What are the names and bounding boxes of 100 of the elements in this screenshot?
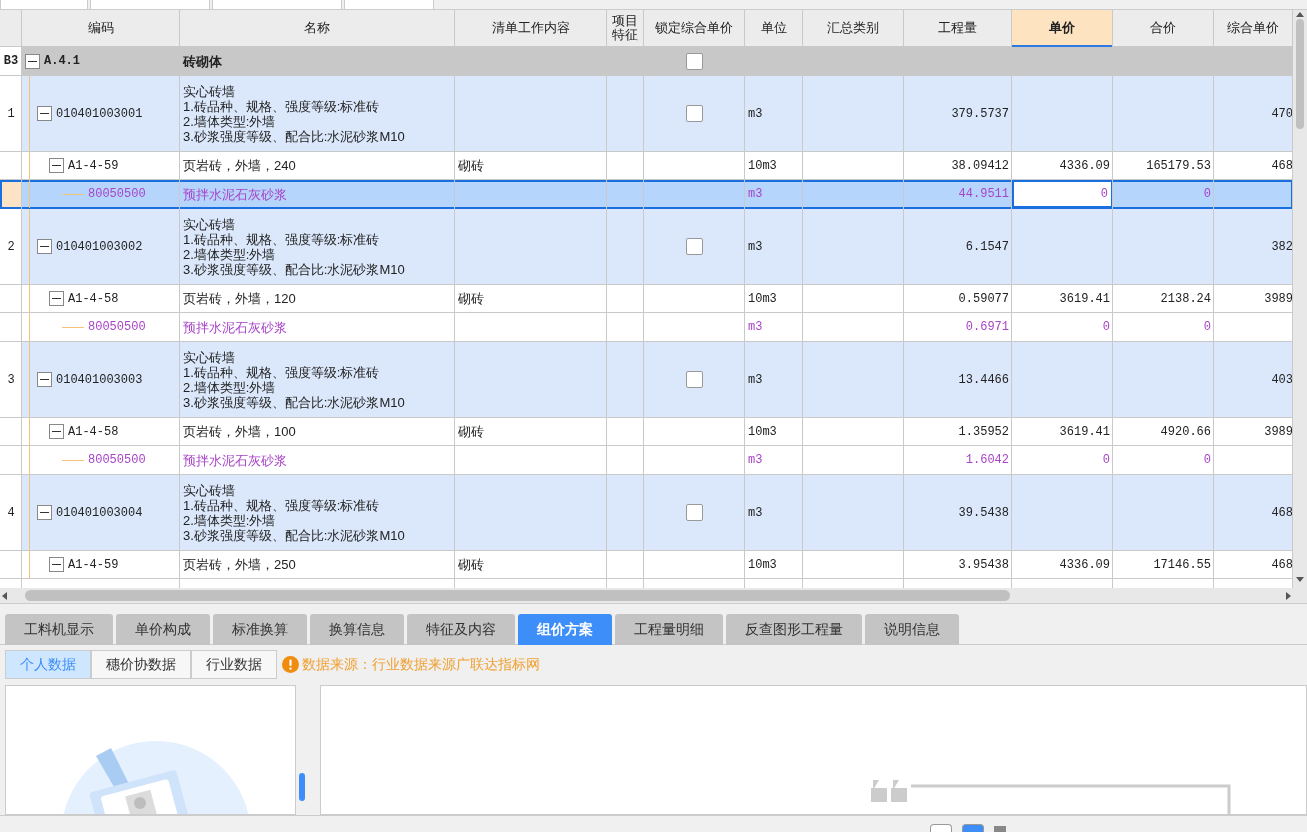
scrollbar-thumb[interactable] xyxy=(1296,19,1304,129)
name-cell-text: 页岩砖，外墙，250 xyxy=(182,556,297,574)
code-text: 80050500 xyxy=(88,319,146,336)
table-row[interactable]: 3 010401003003 实心砖墙 1.砖品种、规格、强度等级:标准砖 2.墙体类型:外墙 3.砂浆强度等级、配合比:水泥砂浆M10 m3 13.4466 403 xyxy=(0,342,1293,418)
table-row[interactable]: A1-4-59 页岩砖，外墙，250 砌砖 10m3 3.95438 4336.09 17146.55 468 xyxy=(0,551,1293,579)
collapse-icon[interactable] xyxy=(37,372,52,387)
code-text: 010401003002 xyxy=(56,238,143,256)
column-header[interactable]: 综合单价 xyxy=(1214,10,1293,47)
lock-checkbox[interactable] xyxy=(686,105,703,122)
column-header[interactable]: 单价 xyxy=(1012,10,1113,47)
name-cell-text: 实心砖墙 1.砖品种、规格、强度等级:标准砖 2.墙体类型:外墙 3.砂浆强度等级、配合比:水泥砂浆M10 xyxy=(182,82,406,146)
table-row[interactable]: 2 010401003002 实心砖墙 1.砖品种、规格、强度等级:标准砖 2.墙体类型:外墙 3.砂浆强度等级、配合比:水泥砂浆M10 m3 6.1547 382 xyxy=(0,209,1293,285)
column-header[interactable]: 项目特征 xyxy=(607,10,644,47)
collapse-icon[interactable] xyxy=(49,291,64,306)
warning-icon xyxy=(282,655,299,673)
tab-edge[interactable] xyxy=(344,0,434,9)
code-text: A1-4-59 xyxy=(68,157,119,175)
collapse-icon[interactable] xyxy=(25,53,40,69)
unit-cell-text: m3 xyxy=(747,105,764,123)
work-content-cell-text: 砌砖 xyxy=(457,422,485,441)
quantity-cell-text: 379.5737 xyxy=(950,105,1010,123)
lock-checkbox[interactable] xyxy=(686,504,703,521)
column-header[interactable]: 锁定综合单价 xyxy=(644,10,745,47)
collapse-icon[interactable] xyxy=(37,106,52,121)
collapse-icon[interactable] xyxy=(37,239,52,254)
table-row[interactable]: A1-4-59 页岩砖，外墙，240 砌砖 10m3 38.09412 4336.09 165179.53 468 xyxy=(0,152,1293,180)
total-price-cell-text: 4920.66 xyxy=(1159,423,1212,441)
detail-tab[interactable]: 工程量明细 xyxy=(615,614,723,645)
unit-price-cell-text: 3619.41 xyxy=(1058,423,1111,441)
table-row[interactable]: 4 010401003004 实心砖墙 1.砖品种、规格、强度等级:标准砖 2.墙体类型:外墙 3.砂浆强度等级、配合比:水泥砂浆M10 m3 39.5438 468 xyxy=(0,475,1293,551)
horizontal-scrollbar[interactable] xyxy=(0,588,1307,604)
detail-tab[interactable]: 说明信息 xyxy=(865,614,959,645)
code-text: 80050500 xyxy=(88,452,146,469)
code-text: 010401003001 xyxy=(56,105,143,123)
scroll-left-icon[interactable] xyxy=(2,591,7,600)
tab-edge[interactable] xyxy=(0,0,88,9)
quantity-cell-text: 6.1547 xyxy=(964,238,1010,256)
table-row[interactable]: 80050500 预拌水泥石灰砂浆 m3 0.6971 0 0 xyxy=(0,313,1293,342)
composite-price-cell-text: 3989 xyxy=(1263,423,1293,441)
quantity-cell-text: 3.95438 xyxy=(957,556,1010,574)
lock-checkbox[interactable] xyxy=(686,52,703,70)
table-row[interactable]: B3 A.4.1 砖砌体 xyxy=(0,47,1293,76)
row-number-cell xyxy=(0,180,22,208)
column-header[interactable]: 单位 xyxy=(745,10,803,47)
data-source-tab[interactable]: 穗价协数据 xyxy=(91,649,191,679)
detail-tab[interactable]: 反查图形工程量 xyxy=(726,614,862,645)
data-source-notice: 数据来源：行业数据来源广联达指标网 xyxy=(302,654,540,674)
unit-cell-text: 10m3 xyxy=(747,423,778,441)
name-cell-text: 预拌水泥石灰砂浆 xyxy=(182,451,288,470)
detail-tab[interactable]: 换算信息 xyxy=(310,614,404,645)
scrollbar-thumb[interactable] xyxy=(25,590,1010,601)
unit-cell-text: 10m3 xyxy=(747,556,778,574)
unit-cell-text: m3 xyxy=(747,186,764,203)
detail-tab[interactable]: 单价构成 xyxy=(116,614,210,645)
total-price-cell-text: 0 xyxy=(1202,452,1212,469)
table-row[interactable]: 80050500 预拌水泥石灰砂浆 m3 1.6042 0 0 xyxy=(0,446,1293,475)
unit-cell-text: m3 xyxy=(747,452,764,469)
row-number-cell: 4 xyxy=(0,475,22,550)
collapse-icon[interactable] xyxy=(37,505,52,520)
scroll-right-icon[interactable] xyxy=(1286,591,1291,600)
row-number-cell: 1 xyxy=(0,76,22,151)
detail-tab[interactable]: 特征及内容 xyxy=(407,614,515,645)
quantity-cell-text: 38.09412 xyxy=(950,157,1010,175)
vertical-scrollbar[interactable] xyxy=(1293,10,1307,588)
composite-price-cell-text: 468 xyxy=(1270,504,1293,522)
detail-tab[interactable]: 工料机显示 xyxy=(5,614,113,645)
column-header[interactable]: 合价 xyxy=(1113,10,1214,47)
composite-price-cell-text: 382 xyxy=(1270,238,1293,256)
lock-checkbox[interactable] xyxy=(686,371,703,388)
column-header[interactable]: 名称 xyxy=(180,10,455,47)
quantity-cell-text: 1.35952 xyxy=(957,423,1010,441)
row-number-cell: 3 xyxy=(0,342,22,417)
data-source-tab[interactable]: 行业数据 xyxy=(191,649,277,679)
column-header[interactable]: 清单工作内容 xyxy=(455,10,607,47)
code-text: A1-4-59 xyxy=(68,556,119,574)
unit-cell-text: m3 xyxy=(747,371,764,389)
table-row[interactable]: 80050500 预拌水泥石灰砂浆 m3 44.9511 0 0 xyxy=(0,180,1293,209)
detail-tab[interactable]: 标准换算 xyxy=(213,614,307,645)
name-cell-text: 预拌水泥石灰砂浆 xyxy=(182,185,288,204)
collapse-icon[interactable] xyxy=(49,557,64,572)
composite-price-cell-text: 468 xyxy=(1270,157,1293,175)
name-cell-text: 页岩砖，外墙，120 xyxy=(182,290,297,308)
lock-checkbox[interactable] xyxy=(686,238,703,255)
splitter-handle[interactable] xyxy=(298,773,305,801)
table-row[interactable]: A1-4-58 页岩砖，外墙，120 砌砖 10m3 0.59077 3619.41 2138.24 3989 xyxy=(0,285,1293,313)
quantity-cell-text: 1.6042 xyxy=(964,452,1010,469)
table-row[interactable]: A1-4-58 页岩砖，外墙，100 砌砖 10m3 1.35952 3619.41 4920.66 3989 xyxy=(0,418,1293,446)
collapse-icon[interactable] xyxy=(49,424,64,439)
column-header[interactable]: 工程量 xyxy=(904,10,1012,47)
table-row[interactable]: 1 010401003001 实心砖墙 1.砖品种、规格、强度等级:标准砖 2.墙体类型:外墙 3.砂浆强度等级、配合比:水泥砂浆M10 m3 379.5737 470 xyxy=(0,76,1293,152)
name-cell-text: 砖砌体 xyxy=(181,52,223,71)
scroll-down-icon[interactable] xyxy=(1296,577,1304,582)
collapse-icon[interactable] xyxy=(49,158,64,173)
total-price-cell-text: 2138.24 xyxy=(1159,290,1212,308)
column-header[interactable]: 汇总类别 xyxy=(803,10,904,47)
unit-price-cell-text: 0 xyxy=(1101,452,1111,469)
row-number-cell: B3 xyxy=(0,47,22,75)
name-cell-text: 实心砖墙 1.砖品种、规格、强度等级:标准砖 2.墙体类型:外墙 3.砂浆强度等级、配合比:水泥砂浆M10 xyxy=(182,215,406,279)
unit-price-cell[interactable]: 0 xyxy=(1012,180,1113,208)
column-header[interactable]: 编码 xyxy=(22,10,180,47)
